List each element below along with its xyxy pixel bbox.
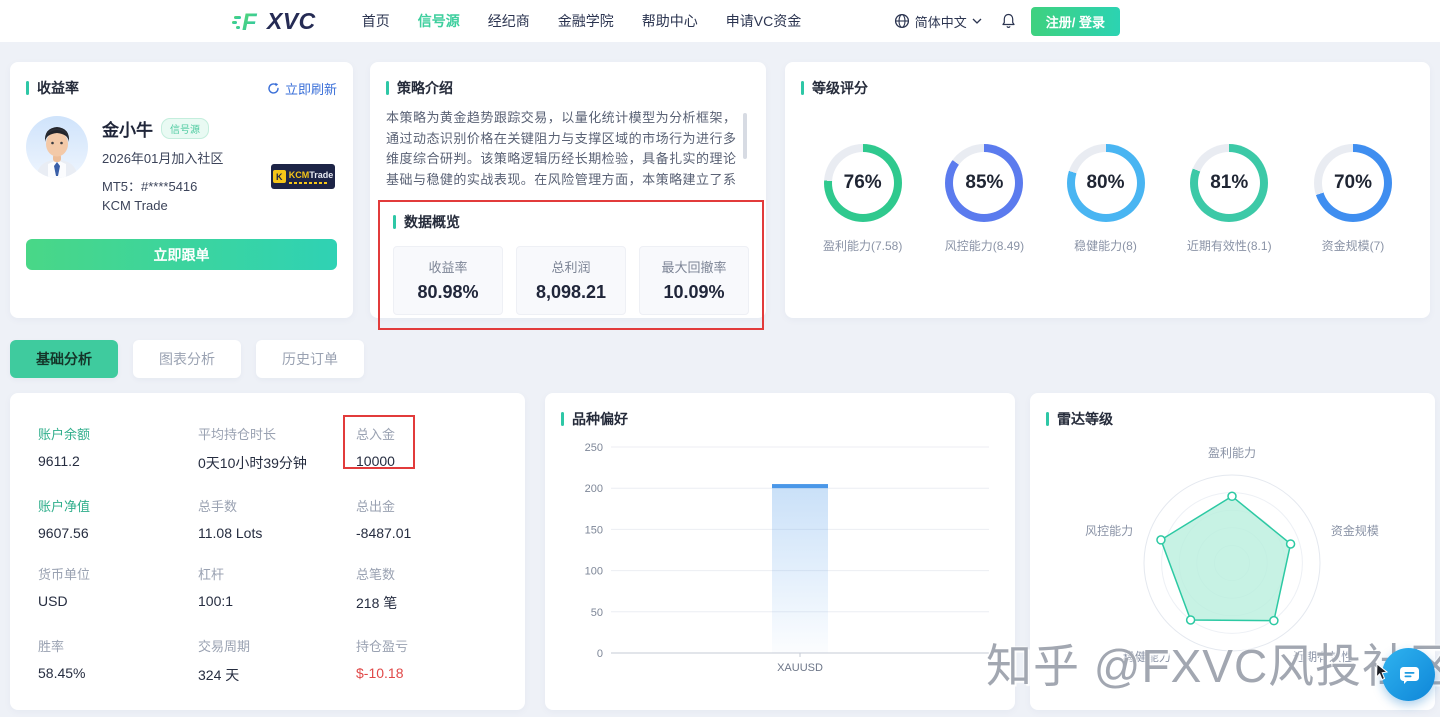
overview-stat-return: 收益率 80.98% [393,246,503,315]
nav-item-home[interactable]: 首页 [362,11,390,31]
svg-text:资金规模: 资金规模 [1331,523,1379,538]
title-accent-bar [393,215,396,229]
svg-text:250: 250 [585,442,603,454]
stat-open-pnl: 持仓盈亏$-10.18 [356,636,505,685]
svg-text:F: F [242,9,258,34]
tab-basic-analysis[interactable]: 基础分析 [10,340,118,378]
score-ring-capital: 70% 资金规模(7) [1314,144,1392,254]
svg-text:100: 100 [585,566,603,578]
fxvc-logo[interactable]: F XVC [232,8,316,35]
top-navbar: F XVC 首页 信号源 经纪商 金融学院 帮助中心 申请VC资金 简体中文 [0,0,1440,42]
nav-item-apply-vc[interactable]: 申请VC资金 [726,11,801,31]
svg-text:150: 150 [585,524,603,536]
symbol-preference-card: 品种偏好 0 50 100 150 200 250 XAUUSD [545,393,1015,710]
kcm-logo-kcm: KCM [289,170,310,180]
avatar [26,116,88,178]
card-title-rating: 等级评分 [812,78,868,98]
refresh-now-link[interactable]: 立即刷新 [267,79,337,98]
card-title-strategy: 策略介绍 [397,78,453,98]
grade-score-card: 等级评分 76% 盈利能力(7.58) 85% 风控能力(8.49) 80% 稳… [785,62,1430,318]
svg-text:XAUUSD: XAUUSD [777,662,823,674]
language-selector[interactable]: 简体中文 [894,12,982,31]
strategy-description: 本策略为黄金趋势跟踪交易，以量化统计模型为分析框架，通过动态识别价格在关键阻力与… [386,108,750,191]
refresh-icon [267,82,280,95]
nav-item-help[interactable]: 帮助中心 [642,11,698,31]
chat-support-button[interactable] [1382,648,1435,701]
svg-text:50: 50 [591,607,603,619]
notification-bell-icon[interactable] [1001,13,1016,29]
card-title-radar: 雷达等级 [1057,409,1113,429]
score-ring-profit: 76% 盈利能力(7.58) [823,144,902,254]
stat-currency: 货币单位USD [38,564,198,613]
svg-text:200: 200 [585,483,603,495]
score-ring-risk: 85% 风控能力(8.49) [945,144,1024,254]
score-ring-stability: 80% 稳健能力(8) [1067,144,1145,254]
language-label: 简体中文 [915,12,967,31]
title-accent-bar [1046,412,1049,426]
symbol-preference-bar-chart: 0 50 100 150 200 250 XAUUSD [561,437,999,687]
stat-account-balance: 账户余额9611.2 [38,424,198,473]
globe-icon [894,13,910,29]
follow-now-button[interactable]: 立即跟单 [26,239,337,270]
stat-total-withdrawal: 总出金-8487.01 [356,496,505,541]
kcm-logo-trade: Trade [309,170,333,180]
svg-text:0: 0 [597,648,603,660]
stat-total-deposit: 总入金10000 [356,424,505,473]
data-overview-annotation-box: 数据概览 收益率 80.98% 总利润 8,098.21 最大回撤率 10.09… [378,200,764,330]
stat-account-equity: 账户净值9607.56 [38,496,198,541]
strategy-intro-card: 策略介绍 本策略为黄金趋势跟踪交易，以量化统计模型为分析框架，通过动态识别价格在… [370,62,766,318]
title-accent-bar [561,412,564,426]
tab-chart-analysis[interactable]: 图表分析 [133,340,241,378]
nav-item-signals[interactable]: 信号源 [418,11,460,31]
joined-date: 2026年01月加入社区 [102,148,223,167]
trader-name: 金小牛 [102,116,153,141]
svg-text:风控能力: 风控能力 [1085,524,1133,538]
main-nav: 首页 信号源 经纪商 金融学院 帮助中心 申请VC资金 [362,11,801,31]
stat-trading-period: 交易周期324 天 [198,636,356,685]
kcm-k-icon: K [273,170,286,183]
title-accent-bar [386,81,389,95]
scrollbar-thumb[interactable] [743,113,747,159]
title-accent-bar [26,81,29,95]
card-title-symbol-preference: 品种偏好 [572,409,628,429]
card-title-profit-rate: 收益率 [37,78,79,98]
logo-mark-icon: F [232,8,266,34]
score-rings: 76% 盈利能力(7.58) 85% 风控能力(8.49) 80% 稳健能力(8… [801,144,1414,254]
overview-stat-profit: 总利润 8,098.21 [516,246,626,315]
account-stats-card: 账户余额9611.2 平均持仓时长0天10小时39分钟 总入金10000 账户净… [10,393,525,710]
tab-history-orders[interactable]: 历史订单 [256,340,364,378]
refresh-label: 立即刷新 [285,79,337,98]
signal-source-badge: 信号源 [161,118,209,139]
cursor-pointer-icon [1374,663,1390,681]
section-title-overview: 数据概览 [404,212,460,232]
logo-text: XVC [267,8,316,35]
svg-text:盈利能力: 盈利能力 [1208,446,1256,460]
title-accent-bar [801,81,804,95]
stat-total-lots: 总手数11.08 Lots [198,496,356,541]
overview-stat-drawdown: 最大回撤率 10.09% [639,246,749,315]
stat-total-trades: 总笔数218 笔 [356,564,505,613]
chat-bubble-icon [1396,663,1422,687]
register-login-button[interactable]: 注册/ 登录 [1031,7,1120,36]
stat-win-rate: 胜率58.45% [38,636,198,685]
analysis-tabs: 基础分析 图表分析 历史订单 [10,340,364,378]
zhihu-watermark: 知乎 @FXVC风投社区 [986,630,1440,696]
profit-rate-card: 收益率 立即刷新 [10,62,353,318]
chevron-down-icon [972,18,982,24]
kcm-tagline [289,182,327,184]
stat-leverage: 杠杆100:1 [198,564,356,613]
nav-item-academy[interactable]: 金融学院 [558,11,614,31]
kcm-trade-logo: K KCMTrade [271,164,335,189]
nav-item-brokers[interactable]: 经纪商 [488,11,530,31]
broker-name: KCM Trade [102,198,223,213]
mt5-account: MT5：#****5416 [102,176,223,195]
score-ring-recency: 81% 近期有效性(8.1) [1187,144,1272,254]
stat-avg-holding-time: 平均持仓时长0天10小时39分钟 [198,424,356,473]
